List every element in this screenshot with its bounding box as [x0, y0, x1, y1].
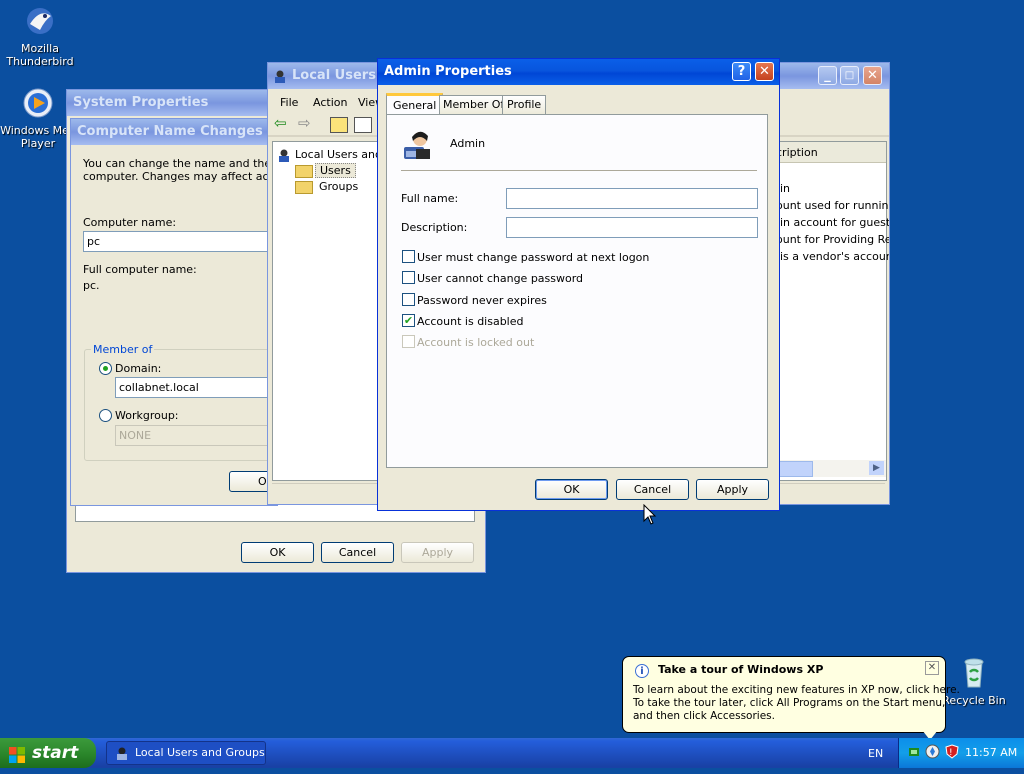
member-of-label: Member of	[91, 343, 155, 356]
balloon-line-2: To take the tour later, click All Progra…	[633, 697, 946, 709]
account-disabled-checkbox[interactable]: ✔	[402, 314, 415, 327]
balloon-line-1: To learn about the exciting new features…	[633, 684, 960, 696]
minimize-icon[interactable]: _	[818, 66, 837, 85]
admin-properties-window: Admin Properties ? ✕ General Member Of P…	[377, 58, 780, 511]
taskbar-button-label: Local Users and Groups	[135, 746, 265, 759]
full-name-input[interactable]	[506, 188, 758, 209]
start-button[interactable]: start	[0, 738, 96, 768]
local-users-task-icon	[115, 746, 129, 760]
menu-action[interactable]: Action	[313, 96, 347, 109]
groups-folder-icon	[295, 181, 313, 194]
list-row-1[interactable]: in	[780, 182, 790, 195]
full-computer-name-label: Full computer name:	[83, 263, 197, 276]
intro-line-1: You can change the name and the mer	[83, 157, 278, 170]
workgroup-input: NONE	[115, 425, 277, 446]
close-icon[interactable]: ✕	[863, 66, 882, 85]
media-player-icon	[21, 86, 55, 120]
up-folder-icon[interactable]	[330, 117, 348, 133]
full-name-label: Full name:	[401, 192, 459, 205]
network-icon[interactable]	[907, 745, 921, 759]
admin-cancel-button[interactable]: Cancel	[616, 479, 689, 500]
admin-properties-title[interactable]: Admin Properties	[378, 59, 779, 85]
system-properties-cancel-button[interactable]: Cancel	[321, 542, 394, 563]
computer-name-input[interactable]: pc	[83, 231, 277, 252]
balloon-title: Take a tour of Windows XP	[658, 663, 824, 676]
system-properties-ok-button[interactable]: OK	[241, 542, 314, 563]
description-column-header[interactable]: cription	[776, 146, 818, 159]
maximize-icon[interactable]: □	[840, 66, 859, 85]
show-hide-tree-icon[interactable]	[354, 117, 372, 133]
password-never-expires-label: Password never expires	[417, 294, 547, 307]
tree-item-users[interactable]: Users	[315, 163, 356, 178]
intro-line-2: computer. Changes may affect access	[83, 170, 278, 183]
tour-balloon[interactable]: i Take a tour of Windows XP ✕ To learn a…	[622, 656, 960, 733]
domain-label: Domain:	[115, 362, 162, 375]
tab-profile[interactable]: Profile	[502, 95, 547, 115]
local-users-tree-icon	[277, 148, 291, 162]
user-name: Admin	[450, 137, 486, 150]
start-label: start	[32, 743, 79, 763]
list-row-2[interactable]: ount used for running	[776, 199, 889, 212]
balloon-close-icon[interactable]: ✕	[925, 661, 939, 675]
must-change-password-label: User must change password at next logon	[417, 251, 650, 264]
tree-pane: Local Users and Users Groups	[272, 141, 382, 481]
workgroup-label: Workgroup:	[115, 409, 179, 422]
tab-general[interactable]: General	[386, 93, 444, 115]
system-properties-apply-button: Apply	[401, 542, 474, 563]
general-tab-page: Admin Full name: Description: User must …	[386, 114, 768, 468]
info-icon: i	[635, 664, 649, 678]
thunderbird-label-1: Mozilla	[21, 42, 59, 55]
thunderbird-label-2: Thunderbird	[6, 55, 74, 68]
balloon-line-3: and then click Accessories.	[633, 710, 775, 722]
computer-name-changes-window: Computer Name Changes You can change the…	[70, 118, 278, 506]
list-row-4[interactable]: ount for Providing Rem	[776, 233, 889, 246]
computer-name-changes-title[interactable]: Computer Name Changes	[71, 119, 277, 145]
user-avatar-icon	[400, 127, 434, 161]
workgroup-radio[interactable]	[99, 409, 112, 422]
svg-text:!: !	[949, 748, 953, 758]
domain-radio[interactable]	[99, 362, 112, 375]
tab-member-of[interactable]: Member Of	[439, 95, 509, 115]
local-users-app-icon	[273, 69, 287, 83]
mouse-cursor-icon	[643, 503, 657, 526]
shield-icon[interactable]: !	[945, 744, 959, 759]
admin-ok-button[interactable]: OK	[535, 479, 608, 500]
description-input[interactable]	[506, 217, 758, 238]
account-locked-checkbox	[402, 335, 415, 348]
taskbar-button-local-users[interactable]: Local Users and Groups	[106, 741, 266, 765]
security-alert-icon[interactable]	[925, 744, 940, 759]
separator	[401, 170, 757, 171]
admin-close-icon[interactable]: ✕	[755, 62, 774, 81]
domain-input[interactable]: collabnet.local	[115, 377, 277, 398]
tree-root[interactable]: Local Users and	[295, 148, 382, 161]
cannot-change-password-checkbox[interactable]	[402, 271, 415, 284]
must-change-password-checkbox[interactable]	[402, 250, 415, 263]
menu-file[interactable]: File	[280, 96, 298, 109]
users-folder-icon	[295, 165, 313, 178]
taskbar: start Local Users and Groups EN ! 11:57 …	[0, 738, 1024, 768]
back-icon[interactable]: ⇦	[274, 115, 290, 131]
desktop-icon-recycle-bin[interactable]: Recycle Bin	[934, 656, 1014, 707]
cannot-change-password-label: User cannot change password	[417, 272, 584, 285]
admin-apply-button[interactable]: Apply	[696, 479, 769, 500]
description-label: Description:	[401, 221, 468, 234]
tree-item-groups[interactable]: Groups	[319, 180, 358, 193]
system-tray: ! 11:57 AM	[898, 738, 1024, 768]
full-computer-name-value: pc.	[83, 279, 100, 292]
windows-logo-icon	[8, 744, 26, 763]
computer-name-label: Computer name:	[83, 216, 177, 229]
account-locked-label: Account is locked out	[417, 336, 535, 349]
password-never-expires-checkbox[interactable]	[402, 293, 415, 306]
list-row-5[interactable]: is a vendor's account	[780, 250, 889, 263]
clock: 11:57 AM	[965, 746, 1018, 759]
forward-icon[interactable]: ⇨	[298, 115, 314, 131]
desktop-icon-thunderbird[interactable]: Mozilla Thunderbird	[0, 4, 80, 68]
recycle-bin-icon	[957, 656, 991, 690]
help-icon[interactable]: ?	[732, 62, 751, 81]
language-indicator[interactable]: EN	[868, 747, 883, 760]
account-disabled-label: Account is disabled	[417, 315, 524, 328]
scroll-right-icon[interactable]: ▶	[869, 461, 884, 475]
thunderbird-icon	[23, 4, 57, 38]
list-row-3[interactable]: -in account for guest a	[776, 216, 889, 229]
